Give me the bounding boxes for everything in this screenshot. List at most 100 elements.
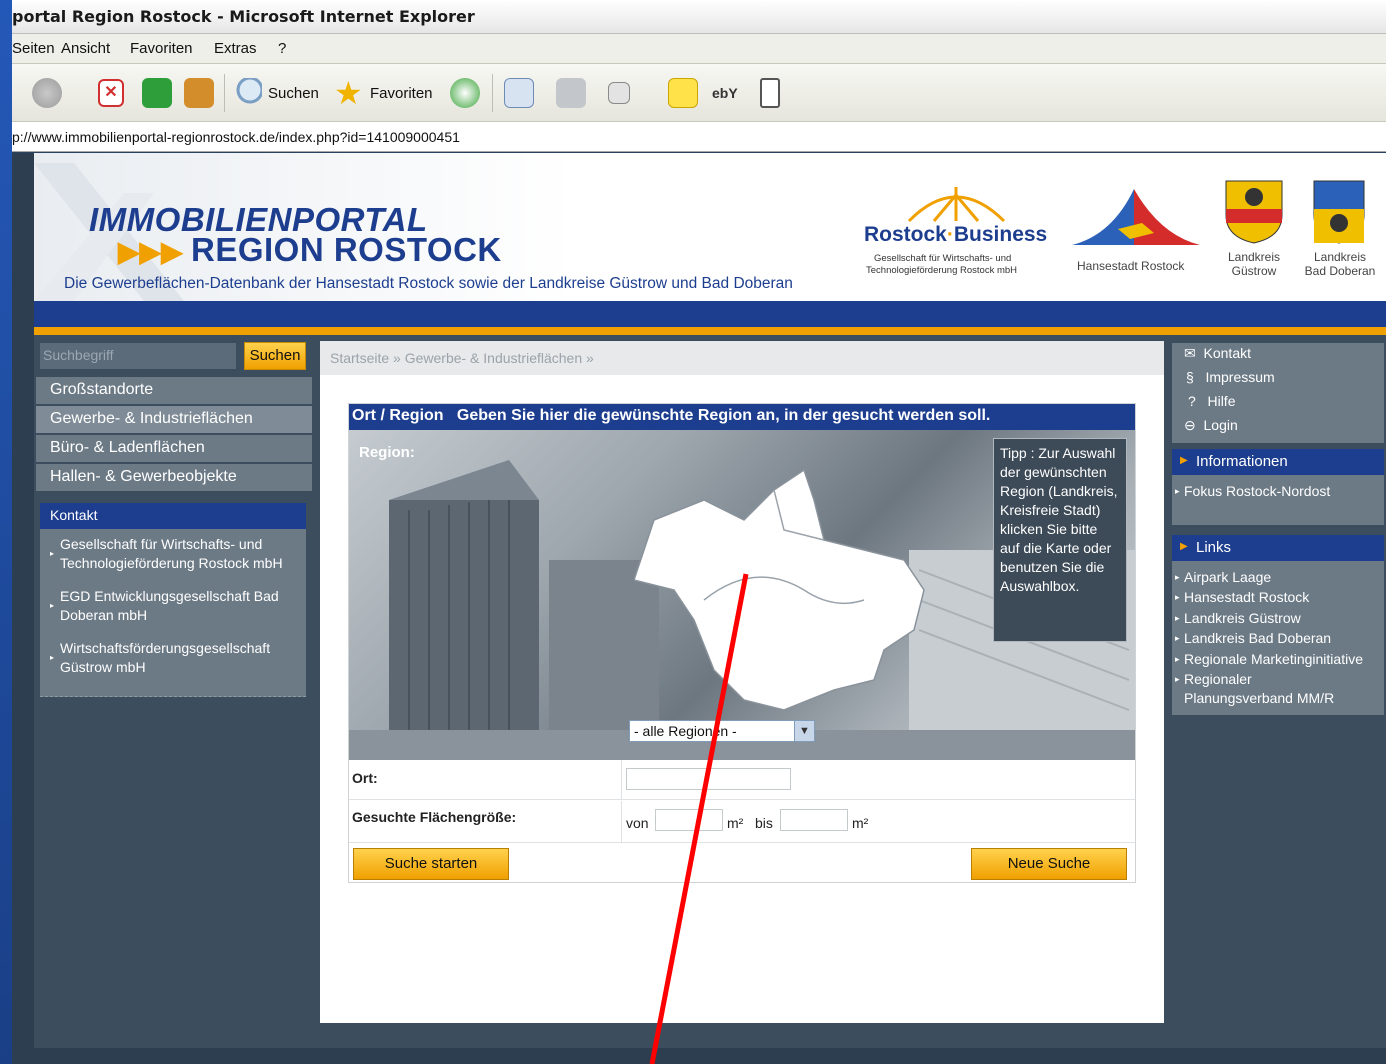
nav-gewerbe-industrieflaechen[interactable]: Gewerbe- & Industrieflächen <box>36 406 312 434</box>
rostock-business-logo[interactable]: Rostock·Business <box>864 223 1047 247</box>
link-regionaler-planungsverband[interactable]: Regionaler Planungsverband MM/R <box>1175 670 1344 708</box>
breadcrumb-bar: Startseite » Gewerbe- & Industrieflächen… <box>320 341 1164 375</box>
crest-guestrow-icon[interactable] <box>1224 179 1284 245</box>
mail-button[interactable] <box>504 76 534 110</box>
size-from-input[interactable] <box>655 809 723 831</box>
stop-icon: ✕ <box>98 79 124 107</box>
rostock-business-arc-icon <box>907 187 1006 223</box>
key-icon: ⊖ <box>1184 417 1196 433</box>
header-blue-band <box>34 301 1386 327</box>
printer-icon <box>556 78 586 108</box>
menu-seiten[interactable]: Seiten <box>12 40 55 57</box>
ort-input[interactable] <box>626 768 791 790</box>
service-links-box: ✉ Kontakt § Impressum ? Hilfe ⊖ Login <box>1172 343 1384 443</box>
favorites-toolbar-button[interactable]: ★ Favoriten <box>334 76 433 110</box>
chevron-down-icon[interactable]: ▼ <box>794 721 814 741</box>
window-title: portal Region Rostock - Microsoft Intern… <box>12 7 475 26</box>
forward-button[interactable] <box>32 76 62 110</box>
menu-favoriten[interactable]: Favoriten <box>130 40 193 57</box>
search-input[interactable]: Suchbegriff <box>40 343 236 369</box>
ebay-icon: ebY <box>712 85 738 101</box>
size-label: Gesuchte Flächengröße: <box>352 809 517 825</box>
hilfe-link[interactable]: ? Hilfe <box>1188 393 1235 409</box>
envelope-icon: ✉ <box>1184 345 1196 361</box>
toolbar-separator <box>224 74 225 112</box>
search-toolbar-button[interactable]: Suchen <box>232 76 319 110</box>
search-button[interactable]: Suchen <box>244 342 306 370</box>
link-hansestadt-rostock[interactable]: Hansestadt Rostock <box>1175 588 1309 607</box>
menu-extras[interactable]: Extras <box>214 40 257 57</box>
ort-row: Ort: <box>349 760 1135 800</box>
new-search-button[interactable]: Neue Suche <box>971 848 1127 880</box>
history-button[interactable] <box>450 76 480 110</box>
link-landkreis-bad-doberan[interactable]: Landkreis Bad Doberan <box>1175 629 1331 648</box>
discuss-button[interactable] <box>668 76 698 110</box>
informationen-heading: Informationen <box>1172 449 1384 475</box>
row-divider <box>621 760 622 800</box>
kontakt-link[interactable]: ✉ Kontakt <box>1184 345 1251 362</box>
unit-label: m² <box>727 815 744 831</box>
logo-subtitle: Die Gewerbeflächen-Datenbank der Hansest… <box>64 275 793 292</box>
stop-button[interactable]: ✕ <box>98 76 124 110</box>
home-button[interactable] <box>184 76 214 110</box>
nav-buero-ladenflaechen[interactable]: Büro- & Ladenflächen <box>36 435 312 463</box>
kontakt-heading: Kontakt <box>40 503 306 529</box>
region-label: Region: <box>359 444 415 461</box>
address-bar[interactable]: p://www.immobilienportal-regionrostock.d… <box>12 122 1386 152</box>
star-icon: ★ <box>334 75 363 111</box>
forward-arrow-icon <box>32 78 62 108</box>
size-to-input[interactable] <box>780 809 848 831</box>
crest-guestrow-label: Landkreis Güstrow <box>1227 250 1281 278</box>
form-heading: Ort / Region Geben Sie hier die gewünsch… <box>349 404 1135 430</box>
url-text: p://www.immobilienportal-regionrostock.d… <box>12 129 460 145</box>
logo-arrows-icon: ▶▶▶ <box>118 236 183 267</box>
login-link[interactable]: ⊖ Login <box>1184 417 1238 434</box>
kontakt-link-wfg-guestrow[interactable]: Wirtschaftsförderungsgesellschaft Güstro… <box>50 639 304 677</box>
kontakt-list: Gesellschaft für Wirtschafts- und Techno… <box>40 529 306 697</box>
note-icon <box>668 78 698 108</box>
main-content: Startseite » Gewerbe- & Industrieflächen… <box>320 341 1164 1023</box>
edit-button[interactable] <box>608 76 630 110</box>
hansestadt-rostock-label: Hansestadt Rostock <box>1077 259 1185 273</box>
crest-bad-doberan-icon[interactable] <box>1312 179 1366 245</box>
breadcrumb[interactable]: Startseite » Gewerbe- & Industrieflächen… <box>330 350 594 366</box>
impressum-link[interactable]: § Impressum <box>1186 369 1275 385</box>
edit-icon <box>608 82 630 104</box>
desktop-edge <box>0 0 12 1064</box>
menu-ansicht[interactable]: Ansicht <box>61 40 110 57</box>
toolbar: ✕ Suchen ★ Favoriten ebY <box>12 64 1386 122</box>
messenger-button[interactable] <box>760 76 780 110</box>
hansestadt-rostock-logo-icon[interactable] <box>1072 189 1200 251</box>
rostock-business-sub2: Technologieförderung Rostock mbH <box>866 265 1018 276</box>
mail-icon <box>504 78 534 108</box>
kontakt-link-rostock-business[interactable]: Gesellschaft für Wirtschafts- und Techno… <box>50 535 304 573</box>
region-select[interactable]: - alle Regionen - ▼ <box>629 720 815 742</box>
link-regionale-marketinginitiative[interactable]: Regionale Marketinginitiative <box>1175 650 1363 669</box>
paragraph-icon: § <box>1186 369 1194 385</box>
logo-title-line2[interactable]: REGION ROSTOCK <box>191 231 502 269</box>
bis-label: bis <box>755 815 773 831</box>
refresh-icon <box>142 78 172 108</box>
ebay-button[interactable]: ebY <box>712 76 742 110</box>
menu-bar: Seiten Ansicht Favoriten Extras ? <box>12 34 1386 64</box>
start-search-button[interactable]: Suche starten <box>353 848 509 880</box>
link-landkreis-guestrow[interactable]: Landkreis Güstrow <box>1175 609 1301 628</box>
refresh-button[interactable] <box>142 76 172 110</box>
nav-grossstandorte[interactable]: Großstandorte <box>36 377 312 405</box>
link-airpark-laage[interactable]: Airpark Laage <box>1175 568 1271 587</box>
toolbar-separator <box>492 74 493 112</box>
row-divider <box>621 801 622 843</box>
region-map-shape[interactable] <box>634 460 934 722</box>
site-container: IMMOBILIENPORTAL ▶▶▶ REGION ROSTOCK Die … <box>34 153 1386 1048</box>
header-orange-band <box>34 327 1386 335</box>
menu-help[interactable]: ? <box>278 40 286 57</box>
links-heading: Links <box>1172 535 1384 561</box>
title-bar: portal Region Rostock - Microsoft Intern… <box>12 0 1386 34</box>
info-link-fokus[interactable]: Fokus Rostock-Nordost <box>1175 482 1330 501</box>
size-row: Gesuchte Flächengröße: von m² bis m² <box>349 801 1135 843</box>
print-button[interactable] <box>556 76 586 110</box>
unit-label: m² <box>852 815 869 831</box>
rostock-business-sub1: Gesellschaft für Wirtschafts- und <box>874 253 1012 264</box>
nav-hallen-gewerbeobjekte[interactable]: Hallen- & Gewerbeobjekte <box>36 464 312 492</box>
kontakt-link-egd[interactable]: EGD Entwicklungsgesellschaft Bad Doberan… <box>50 587 304 625</box>
